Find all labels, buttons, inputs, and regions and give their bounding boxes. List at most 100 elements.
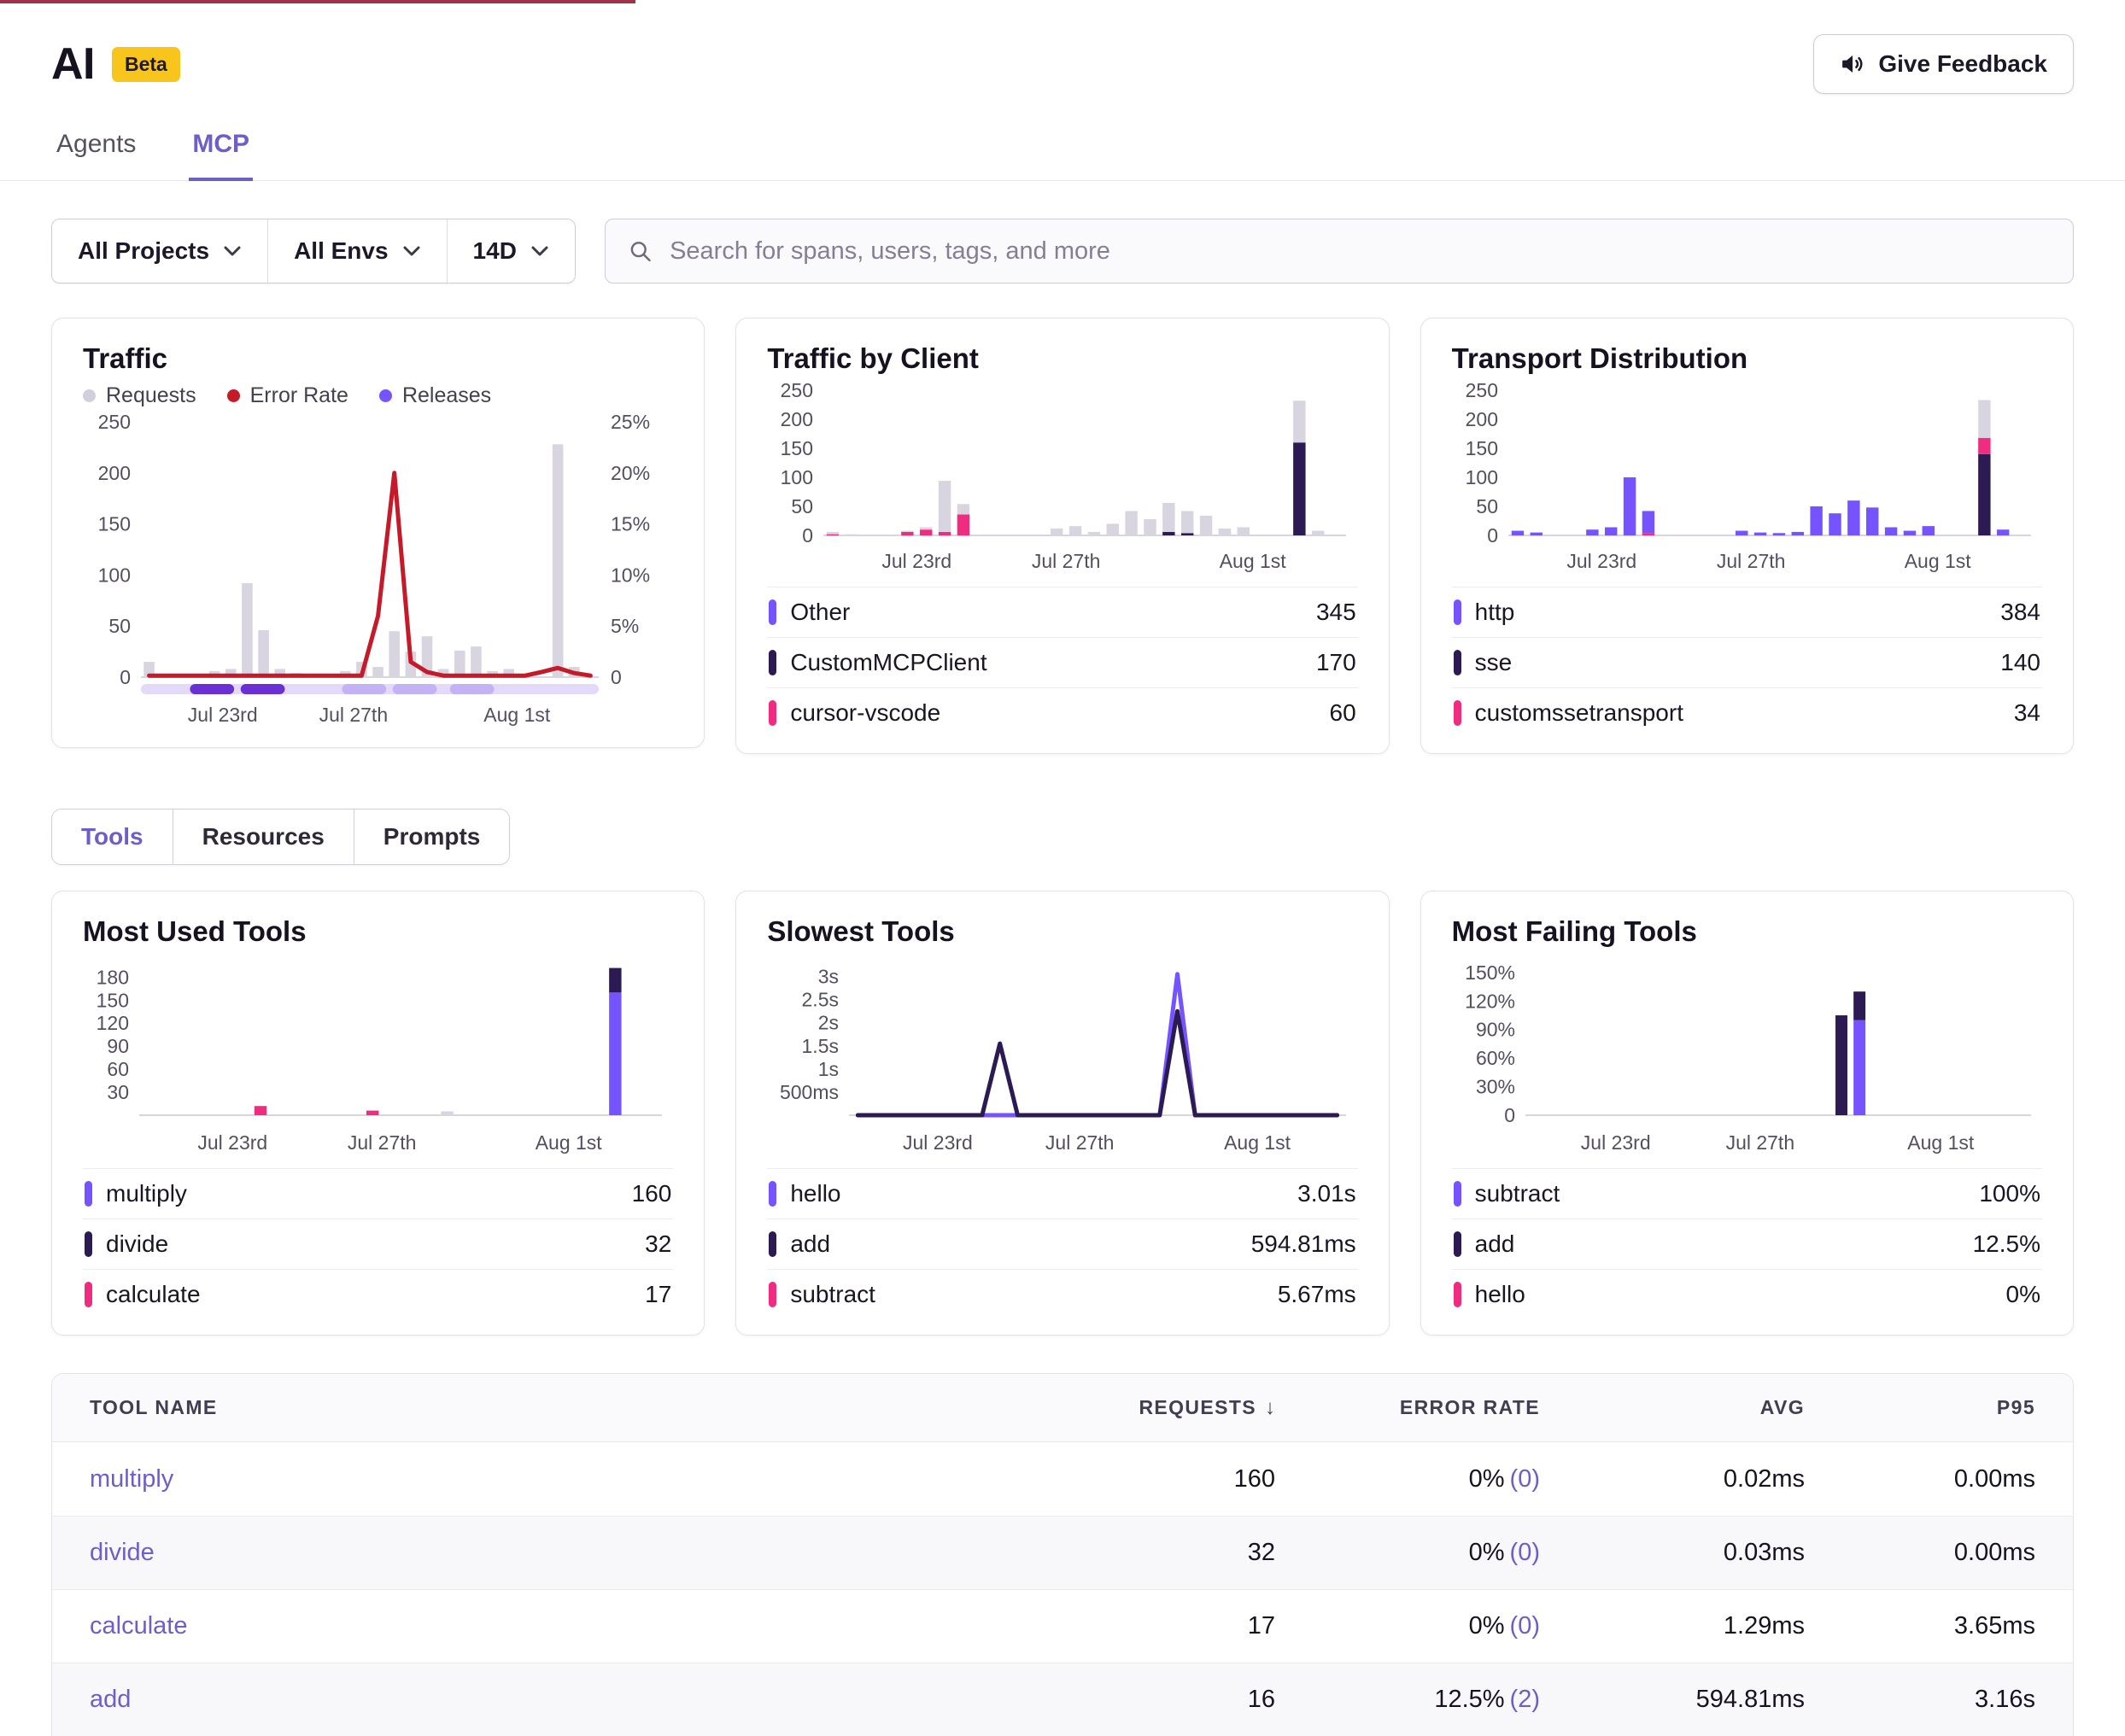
svg-text:30%: 30% xyxy=(1476,1076,1515,1098)
svg-text:120: 120 xyxy=(97,1012,129,1034)
legend-item[interactable]: cursor-vscode60 xyxy=(767,687,1357,738)
traffic-by-client-chart[interactable]: 050100150200250Jul 23rdJul 27thAug 1st xyxy=(767,382,1356,578)
daterange-filter[interactable]: 14D xyxy=(447,219,575,283)
project-filter[interactable]: All Projects xyxy=(52,219,267,283)
legend-item[interactable]: CustomMCPClient170 xyxy=(767,637,1357,687)
svg-text:500ms: 500ms xyxy=(780,1081,839,1103)
chevron-down-icon xyxy=(223,245,242,257)
svg-text:2.5s: 2.5s xyxy=(802,989,839,1011)
tools-table: Tool Name Requests↓ Error Rate Avg P95 m… xyxy=(51,1373,2074,1736)
col-tool-name[interactable]: Tool Name xyxy=(52,1396,1074,1419)
tool-type-segmented-control: Tools Resources Prompts xyxy=(51,809,510,865)
svg-text:Jul 23rd: Jul 23rd xyxy=(188,704,258,726)
legend-item[interactable]: add12.5% xyxy=(1452,1219,2042,1269)
legend-item[interactable]: divide32 xyxy=(83,1219,673,1269)
svg-text:Jul 27th: Jul 27th xyxy=(1045,1131,1115,1154)
legend-label: subtract xyxy=(790,1281,875,1308)
tool-link[interactable]: multiply xyxy=(90,1465,173,1493)
avg-cell: 594.81ms xyxy=(1578,1686,1842,1714)
col-requests[interactable]: Requests↓ xyxy=(1074,1396,1313,1420)
tool-link[interactable]: add xyxy=(90,1686,131,1713)
svg-text:Jul 27th: Jul 27th xyxy=(1725,1131,1794,1154)
tab-agents[interactable]: Agents xyxy=(53,114,139,180)
col-p95[interactable]: P95 xyxy=(1842,1396,2073,1419)
legend-label: hello xyxy=(1475,1281,1525,1308)
svg-text:180: 180 xyxy=(97,966,129,988)
svg-text:60: 60 xyxy=(107,1058,129,1080)
legend-item[interactable]: hello0% xyxy=(1452,1269,2042,1319)
legend-item[interactable]: hello3.01s xyxy=(767,1168,1357,1219)
svg-text:Jul 23rd: Jul 23rd xyxy=(903,1131,973,1154)
page-title: AI xyxy=(51,38,95,90)
series-color-icon xyxy=(1454,1282,1461,1307)
filter-bar: All Projects All Envs 14D xyxy=(51,219,2074,283)
legend-item[interactable]: http 384 xyxy=(1452,587,2042,637)
most-used-card-title: Most Used Tools xyxy=(83,915,673,948)
feedback-label: Give Feedback xyxy=(1878,50,2047,78)
slowest-legend-list: hello3.01sadd594.81ms subtract 5.67ms xyxy=(767,1168,1357,1319)
legend-item[interactable]: Other345 xyxy=(767,587,1357,637)
chevron-down-icon xyxy=(530,245,549,257)
legend-value: 100% xyxy=(1979,1180,2040,1207)
most-used-tools-card: Most Used Tools 306090120150180Jul 23rdJ… xyxy=(51,891,705,1336)
svg-text:120%: 120% xyxy=(1465,990,1515,1012)
svg-text:Jul 27th: Jul 27th xyxy=(348,1131,417,1154)
legend-item[interactable]: subtract100% xyxy=(1452,1168,2042,1219)
segment-tools[interactable]: Tools xyxy=(52,810,173,864)
legend-item[interactable]: customssetransport34 xyxy=(1452,687,2042,738)
p95-cell: 0.00ms xyxy=(1842,1539,2073,1567)
give-feedback-button[interactable]: Give Feedback xyxy=(1813,34,2074,94)
legend-label: hello xyxy=(790,1180,840,1207)
svg-text:90: 90 xyxy=(107,1035,129,1057)
tool-link[interactable]: calculate xyxy=(90,1612,187,1640)
svg-text:Aug 1st: Aug 1st xyxy=(1904,550,1971,572)
series-color-icon xyxy=(85,1282,92,1307)
traffic-chart[interactable]: 05010015020025005%10%15%20%25%Jul 23rdJu… xyxy=(83,412,672,732)
legend-value: 384 xyxy=(2000,599,2040,626)
svg-text:150%: 150% xyxy=(1465,962,1515,984)
most-used-tools-chart[interactable]: 306090120150180Jul 23rdJul 27thAug 1st xyxy=(83,955,672,1160)
svg-text:250: 250 xyxy=(781,382,813,401)
legend-label: add xyxy=(1475,1230,1515,1258)
series-color-icon xyxy=(769,1181,776,1207)
avg-cell: 1.29ms xyxy=(1578,1612,1842,1640)
legend-label: cursor-vscode xyxy=(790,699,940,727)
environment-filter[interactable]: All Envs xyxy=(267,219,446,283)
tab-mcp[interactable]: MCP xyxy=(189,114,253,181)
legend-item[interactable]: add594.81ms xyxy=(767,1219,1357,1269)
traffic-card: Traffic Requests Error Rate Releases 050… xyxy=(51,318,705,748)
tool-link[interactable]: divide xyxy=(90,1539,155,1566)
legend-error-rate[interactable]: Error Rate xyxy=(227,383,348,408)
legend-item[interactable]: calculate17 xyxy=(83,1269,673,1319)
col-error-rate[interactable]: Error Rate xyxy=(1313,1396,1578,1419)
svg-text:Aug 1st: Aug 1st xyxy=(1224,1131,1291,1154)
svg-text:200: 200 xyxy=(781,408,813,430)
segment-resources[interactable]: Resources xyxy=(173,810,354,864)
legend-item[interactable]: sse140 xyxy=(1452,637,2042,687)
legend-item[interactable]: multiply160 xyxy=(83,1168,673,1219)
search-bar[interactable] xyxy=(605,219,2074,283)
requests-cell: 32 xyxy=(1074,1539,1313,1567)
traffic-card-title: Traffic xyxy=(83,342,673,375)
svg-text:50: 50 xyxy=(1476,495,1498,517)
legend-value: 594.81ms xyxy=(1251,1230,1356,1258)
col-avg[interactable]: Avg xyxy=(1578,1396,1842,1419)
transport-distribution-chart[interactable]: 050100150200250Jul 23rdJul 27thAug 1st xyxy=(1452,382,2041,578)
legend-label: http xyxy=(1475,599,1515,626)
slowest-tools-chart[interactable]: 500ms1s1.5s2s2.5s3sJul 23rdJul 27thAug 1… xyxy=(767,955,1356,1160)
most-failing-tools-chart[interactable]: 030%60%90%120%150%Jul 23rdJul 27thAug 1s… xyxy=(1452,955,2041,1160)
table-row: add1612.5%(2)594.81ms3.16s xyxy=(52,1663,2073,1736)
svg-text:250: 250 xyxy=(98,412,131,433)
svg-text:150: 150 xyxy=(781,437,813,459)
legend-label: divide xyxy=(106,1230,168,1258)
requests-cell: 17 xyxy=(1074,1612,1313,1640)
legend-releases[interactable]: Releases xyxy=(379,383,491,408)
legend-requests[interactable]: Requests xyxy=(83,383,196,408)
legend-item[interactable]: subtract 5.67ms xyxy=(767,1269,1357,1319)
series-color-icon xyxy=(769,599,776,625)
beta-badge: Beta xyxy=(112,47,180,82)
segment-prompts[interactable]: Prompts xyxy=(354,810,510,864)
legend-value: 5.67ms xyxy=(1278,1281,1356,1308)
legend-value: 170 xyxy=(1316,649,1356,676)
search-input[interactable] xyxy=(668,237,2051,266)
